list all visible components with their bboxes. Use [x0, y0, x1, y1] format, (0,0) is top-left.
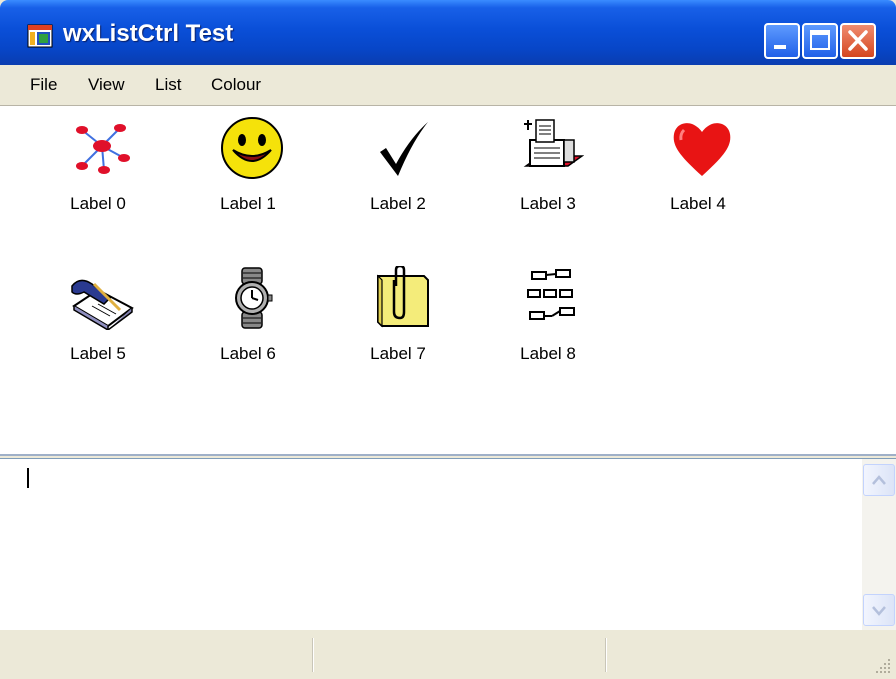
status-field-3	[612, 636, 862, 674]
maximize-icon	[810, 30, 830, 50]
title-bar[interactable]: wxListCtrl Test	[0, 0, 896, 65]
text-caret	[27, 468, 29, 488]
notepad-pen-icon	[71, 279, 134, 330]
list-item-0[interactable]: Label 0	[43, 114, 153, 224]
resize-grip-icon[interactable]	[872, 655, 892, 675]
status-field-2	[318, 636, 602, 674]
list-item-label: Label 0	[70, 194, 126, 213]
scroll-down-button[interactable]	[863, 594, 895, 626]
menu-colour[interactable]: Colour	[209, 65, 263, 105]
heart-icon	[673, 123, 731, 176]
list-item-label: Label 3	[520, 194, 576, 213]
menu-view[interactable]: View	[86, 65, 127, 105]
close-icon	[848, 30, 868, 51]
paperclip-note-icon	[377, 266, 429, 328]
maximize-button[interactable]	[802, 23, 838, 59]
list-control[interactable]: Label 0 Label 1 Label 2 Label 3 Label 4 …	[0, 106, 896, 456]
checkmark-icon	[380, 122, 428, 176]
wristwatch-icon	[235, 267, 273, 329]
list-item-4[interactable]: Label 4	[643, 114, 753, 224]
printer-icon	[523, 119, 584, 167]
app-icon	[27, 24, 53, 48]
close-button[interactable]	[840, 23, 876, 59]
menu-bar: File View List Colour	[0, 65, 896, 106]
app-window: wxListCtrl Test File View List Colour La…	[0, 0, 896, 679]
log-textbox[interactable]	[0, 458, 896, 631]
status-bar	[0, 630, 896, 679]
list-item-label: Label 2	[370, 194, 426, 213]
minimize-button[interactable]	[764, 23, 800, 59]
list-item-1[interactable]: Label 1	[193, 114, 303, 224]
list-item-7[interactable]: Label 7	[343, 264, 453, 374]
list-item-label: Label 8	[520, 344, 576, 363]
status-divider	[605, 638, 607, 672]
list-item-3[interactable]: Label 3	[493, 114, 603, 224]
status-divider	[312, 638, 314, 672]
list-item-label: Label 4	[670, 194, 726, 213]
arrow-up-icon	[872, 475, 886, 485]
list-item-label: Label 7	[370, 344, 426, 363]
menu-list[interactable]: List	[153, 65, 183, 105]
status-field-1	[6, 636, 306, 674]
list-item-8[interactable]: Label 8	[493, 264, 603, 374]
scroll-up-button[interactable]	[863, 464, 895, 496]
minimize-icon	[774, 45, 786, 49]
menu-file[interactable]: File	[28, 65, 59, 105]
list-item-label: Label 1	[220, 194, 276, 213]
flowchart-icon	[527, 269, 575, 320]
list-item-label: Label 5	[70, 344, 126, 363]
smiley-icon	[221, 117, 283, 179]
window-title: wxListCtrl Test	[63, 20, 234, 47]
vertical-scrollbar[interactable]	[862, 459, 896, 631]
list-item-5[interactable]: Label 5	[43, 264, 153, 374]
arrow-down-icon	[872, 606, 886, 616]
list-item-2[interactable]: Label 2	[343, 114, 453, 224]
list-item-label: Label 6	[220, 344, 276, 363]
network-icon	[76, 124, 130, 174]
list-item-6[interactable]: Label 6	[193, 264, 303, 374]
